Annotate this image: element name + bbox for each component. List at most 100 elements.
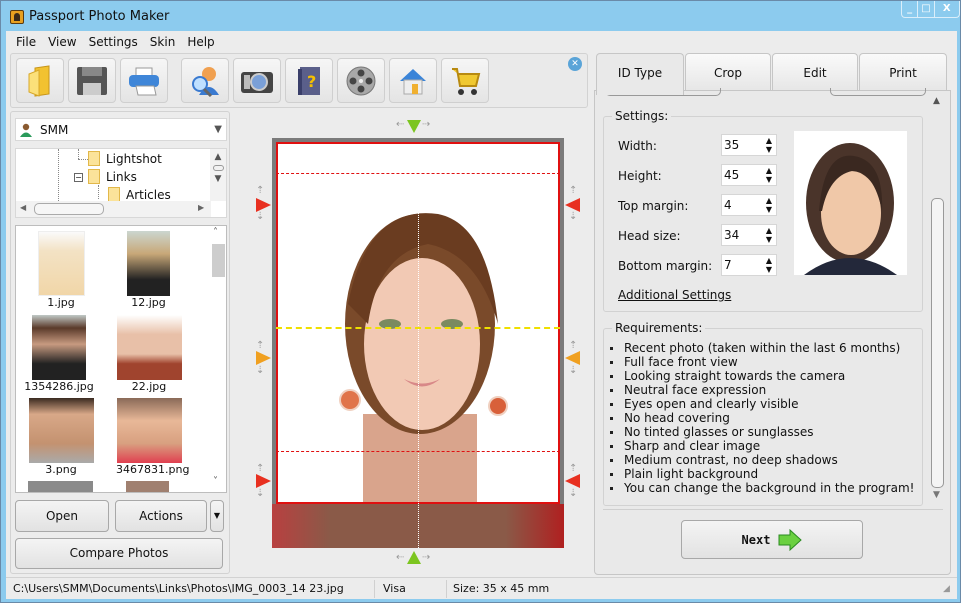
additional-settings-link[interactable]: Additional Settings [618, 288, 731, 302]
chin-right-guide-handle[interactable] [565, 474, 580, 488]
width-spinbox[interactable]: 35 ▲ ▼ [721, 134, 777, 156]
toolbar-close-icon[interactable]: ✕ [568, 57, 582, 71]
tab-crop[interactable]: Crop [685, 53, 771, 91]
scroll-down-icon[interactable]: ˅ [213, 476, 218, 487]
height-spinbox[interactable]: 45 ▲ ▼ [721, 164, 777, 186]
tree-node-links[interactable]: Links [88, 169, 137, 184]
actions-button[interactable]: Actions [115, 500, 207, 532]
user-folder-combo[interactable]: SMM ▼ [15, 118, 227, 141]
head-size-spinbox[interactable]: 34 ▲ ▼ [721, 224, 777, 246]
next-button[interactable]: Next [681, 520, 863, 559]
top-margin-spinbox[interactable]: 4 ▲ ▼ [721, 194, 777, 216]
thumbnail-item[interactable]: 1354286.jpg [24, 315, 94, 393]
move-up-arrow-icon[interactable]: ⇡ [256, 340, 264, 351]
maximize-button[interactable]: □ [918, 1, 935, 17]
help-button[interactable]: ? [285, 58, 333, 103]
camera-button[interactable] [233, 58, 281, 103]
scroll-left-icon[interactable]: ◀ [20, 203, 26, 212]
help-book-icon: ? [298, 66, 320, 95]
tree-node-lightshot[interactable]: Lightshot [88, 151, 162, 166]
menu-file[interactable]: File [10, 31, 42, 53]
save-button[interactable] [68, 58, 116, 103]
scroll-up-icon[interactable]: ˄ [213, 227, 218, 238]
chevron-down-icon[interactable]: ▼ [214, 124, 222, 135]
tree-vertical-scrollbar[interactable]: ▲ ▼ [210, 149, 226, 201]
scroll-thumb[interactable] [212, 244, 225, 277]
move-left-arrow-icon[interactable]: ⇠ [396, 552, 404, 563]
find-face-button[interactable] [181, 58, 229, 103]
minimize-button[interactable]: _ [902, 1, 919, 17]
top-left-guide-handle[interactable] [256, 198, 271, 212]
resize-grip-icon[interactable]: ◢ [943, 584, 950, 594]
thumbnail-scrollbar[interactable]: ˄ ˅ [210, 226, 226, 492]
thumbnail-item[interactable]: 1.jpg [36, 231, 86, 309]
thumbnail-item[interactable]: 3.png [28, 398, 94, 476]
move-right-arrow-icon[interactable]: ⇢ [422, 552, 430, 563]
actions-dropdown-button[interactable]: ▼ [210, 500, 224, 532]
spin-arrows-icon[interactable]: ▲ ▼ [766, 196, 772, 214]
tab-edit[interactable]: Edit [772, 53, 858, 91]
scroll-thumb[interactable] [212, 165, 224, 171]
bottom-margin-spinbox[interactable]: 7 ▲ ▼ [721, 254, 777, 276]
menu-help[interactable]: Help [181, 31, 220, 53]
tree-collapse-toggle[interactable]: − [74, 173, 83, 182]
scroll-thumb[interactable] [931, 198, 944, 488]
thumbnail-item[interactable]: 3467831.png [116, 398, 189, 476]
move-left-arrow-icon[interactable]: ⇠ [396, 119, 404, 130]
settings-scrollbar[interactable]: ▲ ▼ [930, 93, 946, 505]
home-button[interactable] [389, 58, 437, 103]
spin-arrows-icon[interactable]: ▲ ▼ [766, 166, 772, 184]
user-search-icon [192, 66, 219, 97]
tree-node-articles[interactable]: Articles [108, 187, 171, 202]
spin-arrows-icon[interactable]: ▲ ▼ [766, 226, 772, 244]
scroll-down-icon[interactable]: ▼ [210, 174, 226, 184]
move-down-arrow-icon[interactable]: ⇣ [256, 365, 264, 376]
scroll-down-icon[interactable]: ▼ [933, 490, 940, 500]
move-down-arrow-icon[interactable]: ⇣ [569, 365, 577, 376]
requirement-item: No head covering [604, 411, 914, 425]
buy-button[interactable] [441, 58, 489, 103]
menu-skin[interactable]: Skin [144, 31, 182, 53]
bottom-guide-handle[interactable] [407, 551, 421, 565]
scroll-up-icon[interactable]: ▲ [933, 96, 940, 106]
spin-arrows-icon[interactable]: ▲ ▼ [766, 256, 772, 274]
close-button[interactable]: X [935, 1, 959, 17]
scroll-thumb[interactable] [34, 203, 104, 215]
compare-photos-button[interactable]: Compare Photos [15, 538, 223, 569]
top-guide-handle[interactable] [407, 120, 421, 134]
open-button[interactable]: Open [15, 500, 109, 532]
top-right-guide-handle[interactable] [565, 198, 580, 212]
move-down-arrow-icon[interactable]: ⇣ [256, 488, 264, 499]
eye-left-guide-handle[interactable] [256, 351, 271, 365]
move-up-arrow-icon[interactable]: ⇡ [256, 463, 264, 474]
scroll-right-icon[interactable]: ▶ [198, 203, 204, 212]
open-folder-button[interactable] [16, 58, 64, 103]
spin-arrows-icon[interactable]: ▲ ▼ [766, 136, 772, 154]
requirement-item: Full face front view [604, 355, 914, 369]
menu-view[interactable]: View [42, 31, 82, 53]
portrait-photo [339, 213, 508, 502]
menu-settings[interactable]: Settings [83, 31, 144, 53]
thumbnail-item[interactable]: 12.jpg [121, 231, 176, 309]
tree-horizontal-scrollbar[interactable]: ◀ ▶ [16, 201, 211, 217]
thumbnail-item[interactable]: 22.jpg [116, 315, 182, 393]
print-button[interactable] [120, 58, 168, 103]
video-tutorial-button[interactable] [337, 58, 385, 103]
move-down-arrow-icon[interactable]: ⇣ [256, 211, 264, 222]
scroll-up-icon[interactable]: ▲ [210, 149, 226, 162]
move-up-arrow-icon[interactable]: ⇡ [256, 185, 264, 196]
id-type-panel: ID Type Crop Edit Print Settings: Width:… [594, 53, 951, 575]
move-down-arrow-icon[interactable]: ⇣ [569, 211, 577, 222]
status-size: Size: 35 x 45 mm [453, 582, 550, 595]
move-right-arrow-icon[interactable]: ⇢ [422, 119, 430, 130]
tab-print[interactable]: Print [859, 53, 947, 91]
head-size-label: Head size: [618, 229, 681, 243]
move-up-arrow-icon[interactable]: ⇡ [569, 463, 577, 474]
tab-id-type[interactable]: ID Type [596, 53, 684, 95]
move-up-arrow-icon[interactable]: ⇡ [569, 185, 577, 196]
move-down-arrow-icon[interactable]: ⇣ [569, 488, 577, 499]
move-up-arrow-icon[interactable]: ⇡ [569, 340, 577, 351]
arrow-right-icon [778, 528, 803, 551]
eye-right-guide-handle[interactable] [565, 351, 580, 365]
chin-left-guide-handle[interactable] [256, 474, 271, 488]
